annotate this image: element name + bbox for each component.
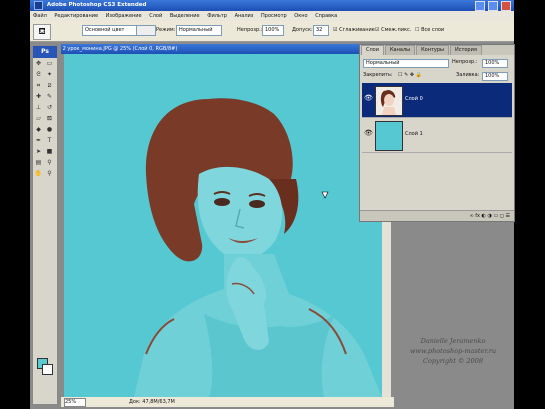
layer-row[interactable]: 👁 Слой 0 xyxy=(362,83,512,118)
layer-name[interactable]: Слой 1 xyxy=(405,130,423,138)
move-tool-icon[interactable]: ✥ xyxy=(34,59,43,68)
antialias-label: Сглаживание xyxy=(339,27,375,33)
slice-tool-icon[interactable]: ⧄ xyxy=(45,81,54,90)
type-tool-icon[interactable]: T xyxy=(45,136,54,145)
layer-thumbnail xyxy=(375,86,403,116)
layer-thumbnail xyxy=(375,121,403,151)
panel-footer: ∞ fx ◐ ◑ ▭ ◻ ☰ xyxy=(360,210,514,221)
layer-opacity-input[interactable]: 100% xyxy=(482,59,508,68)
app-titlebar: Adobe Photoshop CS3 Extended xyxy=(30,0,514,11)
minimize-icon[interactable] xyxy=(475,1,486,11)
opacity-label: Непрозр.: xyxy=(237,27,263,33)
eraser-tool-icon[interactable]: ▱ xyxy=(34,114,43,123)
menu-image[interactable]: Изображение xyxy=(106,13,142,19)
tab-history[interactable]: История xyxy=(449,45,482,55)
pen-tool-icon[interactable]: ✒ xyxy=(34,136,43,145)
marquee-tool-icon[interactable]: ▭ xyxy=(45,59,54,68)
menu-file[interactable]: Файл xyxy=(33,13,47,19)
menu-view[interactable]: Просмотр xyxy=(261,13,287,19)
lasso-tool-icon[interactable]: ᘓ xyxy=(34,70,43,79)
tolerance-label: Допуск: xyxy=(292,27,313,33)
doc-info: Док: 47,8M/63,7M xyxy=(129,399,175,405)
document-titlebar: 2 урок_монина.JPG @ 25% (Слой 0, RGB/8#) xyxy=(61,44,394,54)
magic-wand-icon[interactable]: ✦ xyxy=(45,70,54,79)
layer-action-icons[interactable]: ∞ fx ◐ ◑ ▭ ◻ ☰ xyxy=(469,213,510,219)
opacity-input[interactable]: 100% xyxy=(262,25,284,36)
antialias-checkbox[interactable]: ☑ Сглаживание xyxy=(333,27,375,34)
menu-window[interactable]: Окно xyxy=(294,13,307,19)
crop-tool-icon[interactable]: ⌗ xyxy=(34,81,43,90)
menu-edit[interactable]: Редактирование xyxy=(54,13,98,19)
watermark-author: Danielle Jeramenko xyxy=(420,337,486,345)
tab-paths[interactable]: Контуры xyxy=(416,45,449,55)
contiguous-label: Смеж.пикс. xyxy=(381,27,412,33)
lock-icons[interactable]: ☐ ✎ ✥ 🔒 xyxy=(398,71,422,80)
healing-brush-icon[interactable]: ✚ xyxy=(34,92,43,101)
paint-bucket-tool-icon[interactable]: ⛾ xyxy=(45,114,54,123)
image-canvas[interactable] xyxy=(64,54,382,397)
menu-select[interactable]: Выделение xyxy=(170,13,200,19)
paint-bucket-icon[interactable]: ⛾ xyxy=(33,24,51,40)
history-brush-icon[interactable]: ↺ xyxy=(45,103,54,112)
document-window: 2 урок_монина.JPG @ 25% (Слой 0, RGB/8#) xyxy=(61,44,394,409)
document-statusbar: 25% Док: 47,8M/63,7M xyxy=(61,397,394,407)
blend-mode-select[interactable]: Нормальный xyxy=(363,59,449,68)
photoshop-window: Adobe Photoshop CS3 Extended Файл Редакт… xyxy=(30,0,515,409)
zoom-tool-icon[interactable]: ⚲ xyxy=(45,169,54,178)
fill-input[interactable]: 100% xyxy=(482,72,508,81)
pattern-picker[interactable] xyxy=(136,25,156,36)
fill-label: Заливка: xyxy=(456,72,480,78)
portrait-image xyxy=(64,54,382,397)
mode-label: Режим: xyxy=(156,27,176,33)
path-select-icon[interactable]: ➤ xyxy=(34,147,43,156)
toolbox: Ps ✥ ▭ ᘓ ✦ ⌗ ⧄ ✚ ✎ ⊥ ↺ ▱ ⛾ ◆ ● ✒ T ➤ ■ ▤ ⚲ ✋ ⚲ xyxy=(32,45,58,405)
layer-row[interactable]: 👁 Слой 1 xyxy=(362,118,512,153)
tab-layers[interactable]: Слои xyxy=(361,45,384,55)
eye-icon[interactable]: 👁 xyxy=(364,129,373,137)
panel-tabs: Слои Каналы Контуры История xyxy=(360,45,514,55)
options-bar: ⛾ Основной цвет Режим: Нормальный Непроз… xyxy=(30,21,514,42)
tab-channels[interactable]: Каналы xyxy=(385,45,416,55)
watermark-site: www.photoshop-master.ru xyxy=(409,347,497,355)
menu-analysis[interactable]: Анализ xyxy=(235,13,254,19)
zoom-field[interactable]: 25% xyxy=(64,398,86,407)
blur-tool-icon[interactable]: ◆ xyxy=(34,125,43,134)
dodge-tool-icon[interactable]: ● xyxy=(45,125,54,134)
menu-filter[interactable]: Фильтр xyxy=(207,13,227,19)
mode-select[interactable]: Нормальный xyxy=(176,25,222,36)
menu-help[interactable]: Справка xyxy=(315,13,337,19)
menu-layer[interactable]: Слой xyxy=(149,13,162,19)
background-color-swatch[interactable] xyxy=(42,364,53,375)
ps-logo: Ps xyxy=(33,46,57,58)
contiguous-checkbox[interactable]: ☑ Смеж.пикс. xyxy=(375,27,411,34)
document-title: 2 урок_монина.JPG @ 25% (Слой 0, RGB/8#) xyxy=(62,46,178,52)
hand-tool-icon[interactable]: ✋ xyxy=(34,169,43,178)
clone-stamp-icon[interactable]: ⊥ xyxy=(34,103,43,112)
all-layers-label: Все слои xyxy=(421,27,445,33)
layer-name[interactable]: Слой 0 xyxy=(405,95,423,103)
brush-tool-icon[interactable]: ✎ xyxy=(45,92,54,101)
shape-tool-icon[interactable]: ■ xyxy=(45,147,54,156)
eye-icon[interactable]: 👁 xyxy=(364,94,373,102)
ps-app-icon xyxy=(34,1,43,10)
close-icon[interactable] xyxy=(501,1,511,11)
app-title: Adobe Photoshop CS3 Extended xyxy=(46,2,147,8)
tolerance-input[interactable]: 32 xyxy=(313,25,329,36)
eyedropper-icon[interactable]: ⚲ xyxy=(45,158,54,167)
layer-thumbnail-image xyxy=(376,87,402,115)
watermark-copyright: Copyright © 2008 xyxy=(422,357,484,365)
notes-tool-icon[interactable]: ▤ xyxy=(34,158,43,167)
lock-label: Закрепить: xyxy=(363,72,393,78)
all-layers-checkbox[interactable]: ☐ Все слои xyxy=(415,27,444,34)
maximize-icon[interactable] xyxy=(488,1,499,11)
fill-source-select[interactable]: Основной цвет xyxy=(82,25,138,36)
layer-opacity-label: Непрозр.: xyxy=(452,59,478,65)
layers-panel: Слои Каналы Контуры История Нормальный Непр… xyxy=(359,44,515,222)
watermark: Danielle Jeramenko www.photoshop-master.… xyxy=(388,336,518,366)
